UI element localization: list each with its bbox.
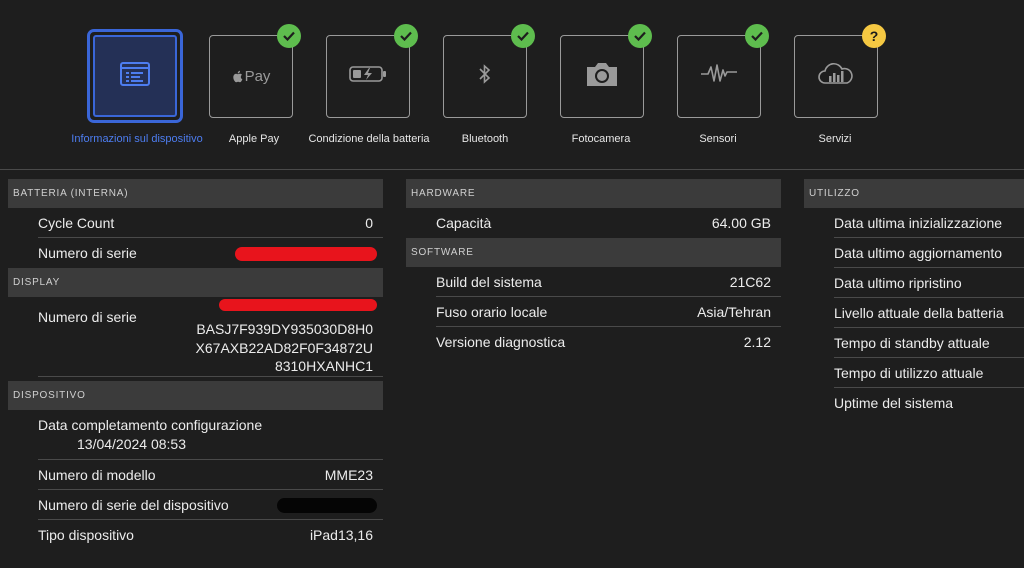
tile-apple-pay[interactable]: Pay Apple Pay [182, 0, 302, 168]
row-label: Data ultimo aggiornamento [834, 244, 1003, 261]
row-capacity: Capacità 64.00 GB [436, 208, 781, 238]
tile-frame: Pay [209, 35, 293, 118]
row-config-date: Data completamento configurazione 13/04/… [38, 410, 383, 460]
row-cycle-count: Cycle Count 0 [38, 208, 383, 238]
row-label: Cycle Count [38, 214, 115, 231]
status-unknown-badge: ? [862, 24, 886, 48]
tile-bluetooth[interactable]: Bluetooth [416, 0, 536, 168]
tile-frame [560, 35, 644, 118]
row-label: Numero di serie del dispositivo [38, 496, 229, 513]
tile-frame [443, 35, 527, 118]
row-display-serial: Numero di serie BASJ7F939DY935030D8H0 BA… [38, 297, 383, 377]
display-serial-value: BASJ7F939DY935030D8H0 BASJ7F939DY935030D… [196, 302, 373, 375]
apple-pay-text: Pay [244, 68, 271, 85]
section-usage-header: UTILIZZO [804, 179, 1024, 208]
tile-frame [326, 35, 410, 118]
section-software-header: SOFTWARE [406, 238, 781, 267]
redaction-mark [277, 498, 377, 513]
row-label: Build del sistema [436, 273, 542, 290]
cloud-chart-icon [817, 61, 855, 92]
camera-icon [584, 60, 620, 93]
row-value: 64.00 GB [711, 215, 771, 231]
column-left: BATTERIA (INTERNA) Cycle Count 0 Numero … [8, 179, 383, 550]
battery-charging-icon [349, 65, 387, 88]
row-standby-time: Tempo di standby attuale [834, 328, 1024, 358]
row-label: Data ultima inizializzazione [834, 214, 1003, 231]
tile-device-info[interactable]: Informazioni sul dispositivo [67, 0, 203, 168]
row-battery-level: Livello attuale della batteria [834, 298, 1024, 328]
row-timezone: Fuso orario locale Asia/Tehran [436, 297, 781, 327]
device-info-icon [120, 61, 150, 91]
tile-label: Servizi [818, 133, 852, 145]
apple-pay-logo: Pay [232, 68, 271, 85]
serial-line: BASJ7F939DY935030D8H0 [196, 321, 373, 338]
tile-sensors[interactable]: Sensori [650, 0, 770, 168]
tile-battery-condition[interactable]: Condizione della batteria [299, 0, 430, 168]
row-last-restore: Data ultimo ripristino [834, 268, 1024, 298]
row-last-init: Data ultima inizializzazione [834, 208, 1024, 238]
tile-frame [87, 29, 183, 123]
row-label: Uptime del sistema [834, 395, 954, 411]
section-battery-header: BATTERIA (INTERNA) [8, 179, 383, 208]
row-value: MME23 [324, 466, 373, 483]
row-label: Capacità [436, 215, 492, 231]
row-value: 21C62 [729, 273, 771, 290]
status-ok-badge [511, 24, 535, 48]
row-label: Numero di serie [38, 245, 137, 261]
tile-frame [677, 35, 761, 118]
row-label: Versione diagnostica [436, 334, 566, 350]
row-value: 2.12 [743, 334, 771, 350]
row-build: Build del sistema 21C62 [436, 267, 781, 297]
row-device-type: Tipo dispositivo iPad13,16 [38, 520, 383, 550]
status-ok-badge [628, 24, 652, 48]
category-bar: Informazioni sul dispositivo Pay Apple P… [0, 0, 1024, 168]
serial-line: 8310HXANHC1 [274, 357, 373, 374]
row-diagnostic-version: Versione diagnostica 2.12 [436, 327, 781, 357]
row-uptime: Uptime del sistema [834, 388, 1024, 418]
section-hardware-header: HARDWARE [406, 179, 781, 208]
column-right: UTILIZZO Data ultima inizializzazione Da… [804, 179, 1024, 418]
waveform-icon [700, 63, 738, 90]
serial-line: X67AXB22AD82F0F34872U [195, 339, 373, 356]
header-divider [0, 169, 1024, 170]
row-label: Tempo di standby attuale [834, 334, 990, 351]
redaction-mark [235, 247, 377, 261]
row-device-serial: Numero di serie del dispositivo [38, 490, 383, 520]
row-label: Data ultimo ripristino [834, 274, 962, 291]
tile-services[interactable]: ? Servizi [767, 0, 887, 168]
row-label: Data completamento configurazione [38, 417, 263, 433]
status-ok-badge [745, 24, 769, 48]
row-last-update: Data ultimo aggiornamento [834, 238, 1024, 268]
row-usage-time: Tempo di utilizzo attuale [834, 358, 1024, 388]
section-display-header: DISPLAY [8, 268, 383, 297]
row-value: Asia/Tehran [697, 303, 771, 320]
row-label: Livello attuale della batteria [834, 304, 1004, 321]
status-ok-badge [394, 24, 418, 48]
row-label: Tipo dispositivo [38, 527, 134, 543]
status-ok-badge [277, 24, 301, 48]
row-value: 0 [365, 214, 373, 231]
tile-frame [794, 35, 878, 118]
row-battery-serial: Numero di serie [38, 238, 383, 268]
section-device-header: DISPOSITIVO [8, 381, 383, 410]
row-label: Numero di modello [38, 466, 156, 483]
row-model-number: Numero di modello MME23 [38, 460, 383, 490]
row-value: 13/04/2024 08:53 [77, 436, 186, 452]
column-middle: HARDWARE Capacità 64.00 GB SOFTWARE Buil… [406, 179, 781, 357]
row-label: Tempo di utilizzo attuale [834, 364, 984, 381]
row-label: Fuso orario locale [436, 303, 548, 320]
tile-inner [93, 35, 177, 117]
row-label: Numero di serie [38, 309, 137, 325]
bluetooth-icon [478, 64, 492, 89]
tile-camera[interactable]: Fotocamera [533, 0, 653, 168]
row-value: iPad13,16 [309, 527, 373, 543]
